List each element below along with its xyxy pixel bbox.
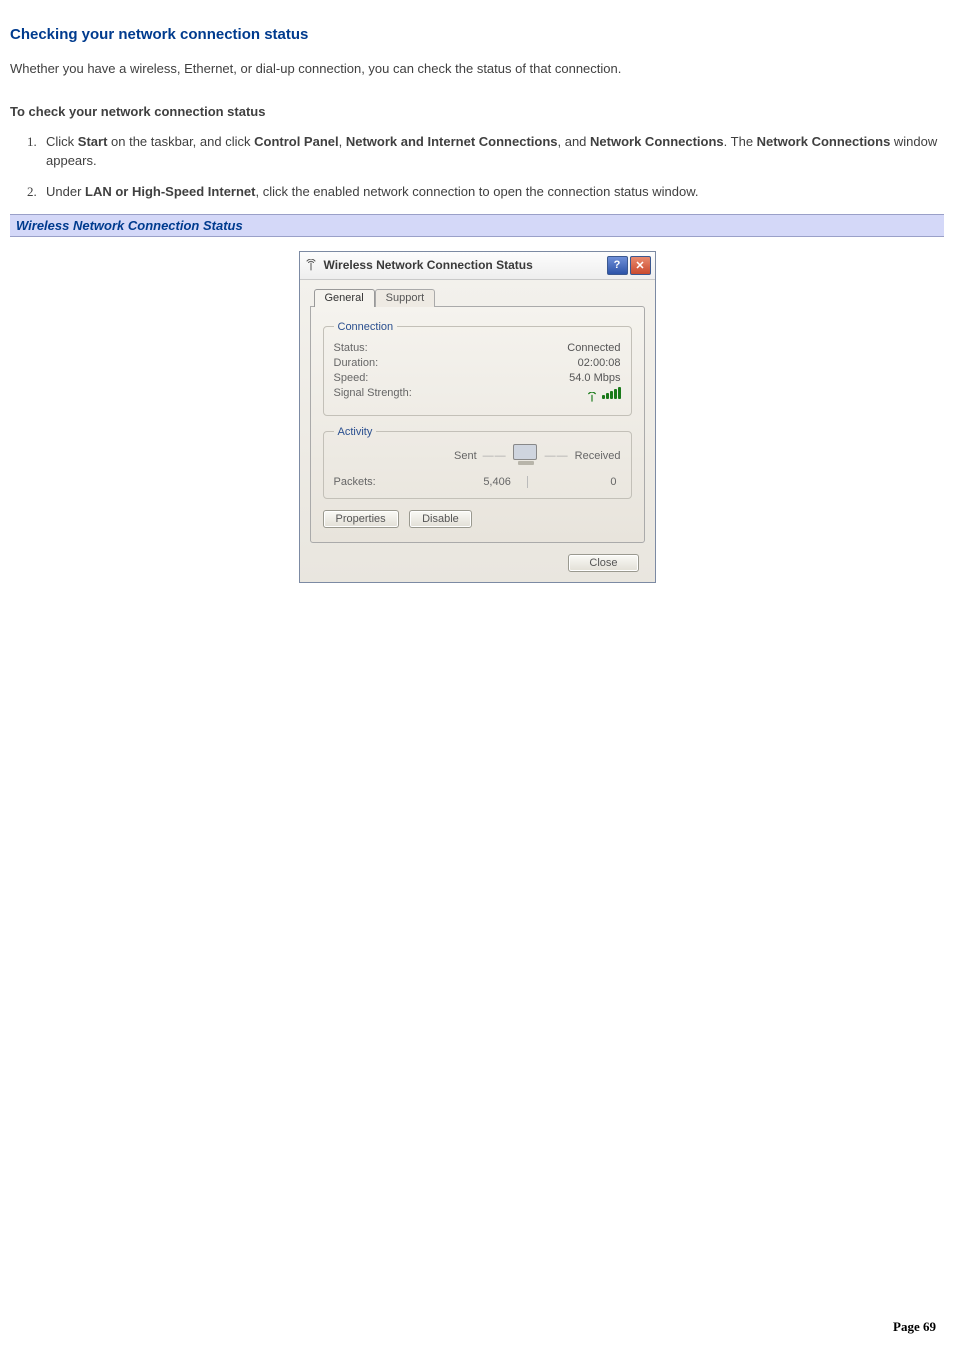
- section-heading: Checking your network connection status: [10, 26, 944, 43]
- page-label: Page: [893, 1319, 923, 1334]
- text: ,: [339, 134, 346, 149]
- activity-header: Sent —— —— Received: [334, 444, 621, 468]
- wireless-antenna-icon: [304, 258, 318, 272]
- bold: Network and Internet Connections: [346, 134, 558, 149]
- status-value: Connected: [567, 342, 620, 354]
- duration-row: Duration: 02:00:08: [334, 357, 621, 369]
- signal-bars-icon: [602, 387, 621, 399]
- group-legend: Connection: [334, 321, 398, 333]
- speed-label: Speed:: [334, 372, 369, 384]
- bold: Network Connections: [757, 134, 891, 149]
- text: . The: [724, 134, 757, 149]
- close-icon[interactable]: ✕: [630, 256, 651, 275]
- group-legend: Activity: [334, 426, 377, 438]
- step-1: Click Start on the taskbar, and click Co…: [40, 133, 944, 171]
- activity-group: Activity Sent —— —— Received: [323, 426, 632, 499]
- text: Click: [46, 134, 78, 149]
- close-button[interactable]: Close: [568, 554, 638, 572]
- dialog-title: Wireless Network Connection Status: [324, 258, 605, 272]
- packets-label: Packets:: [334, 476, 423, 488]
- page-number: 69: [923, 1319, 936, 1334]
- bold: Start: [78, 134, 108, 149]
- figure-caption-bar: Wireless Network Connection Status: [10, 214, 944, 237]
- tab-pane-general: Connection Status: Connected Duration: 0…: [310, 306, 645, 543]
- procedure-subhead: To check your network connection status: [10, 104, 944, 119]
- titlebar: Wireless Network Connection Status ? ✕: [300, 252, 655, 280]
- packets-sent-value: 5,406: [422, 476, 527, 488]
- signal-row: Signal Strength:: [334, 387, 621, 402]
- status-row: Status: Connected: [334, 342, 621, 354]
- disable-button[interactable]: Disable: [409, 510, 472, 528]
- signal-strength-icon: [587, 387, 620, 402]
- tab-support[interactable]: Support: [375, 289, 436, 307]
- help-button[interactable]: ?: [607, 256, 628, 275]
- text: Under: [46, 184, 85, 199]
- steps-list: Click Start on the taskbar, and click Co…: [40, 133, 944, 202]
- speed-value: 54.0 Mbps: [569, 372, 620, 384]
- connection-group: Connection Status: Connected Duration: 0…: [323, 321, 632, 416]
- packets-received-value: 0: [528, 476, 621, 488]
- speed-row: Speed: 54.0 Mbps: [334, 372, 621, 384]
- button-row: Properties Disable: [323, 509, 632, 528]
- text: , click the enabled network connection t…: [255, 184, 698, 199]
- dashes: ——: [483, 450, 507, 462]
- bold: LAN or High-Speed Internet: [85, 184, 255, 199]
- text: on the taskbar, and click: [107, 134, 254, 149]
- signal-label: Signal Strength:: [334, 387, 412, 402]
- sent-label: Sent: [454, 450, 477, 462]
- bold: Control Panel: [254, 134, 339, 149]
- page-footer: Page 69: [893, 1319, 936, 1335]
- received-label: Received: [575, 450, 621, 462]
- tab-general[interactable]: General: [314, 289, 375, 307]
- status-label: Status:: [334, 342, 368, 354]
- dashes: ——: [545, 450, 569, 462]
- text: , and: [558, 134, 591, 149]
- dialog-body: General Support Connection Status: Conne…: [300, 280, 655, 582]
- computer-icon: [513, 444, 539, 468]
- duration-value: 02:00:08: [578, 357, 621, 369]
- connection-status-dialog: Wireless Network Connection Status ? ✕ G…: [299, 251, 656, 583]
- packets-row: Packets: 5,406 0: [334, 476, 621, 488]
- intro-paragraph: Whether you have a wireless, Ethernet, o…: [10, 61, 944, 76]
- tab-strip: General Support: [314, 289, 645, 307]
- bold: Network Connections: [590, 134, 724, 149]
- close-row: Close: [310, 553, 645, 572]
- step-2: Under LAN or High-Speed Internet, click …: [40, 183, 944, 202]
- duration-label: Duration:: [334, 357, 379, 369]
- properties-button[interactable]: Properties: [323, 510, 399, 528]
